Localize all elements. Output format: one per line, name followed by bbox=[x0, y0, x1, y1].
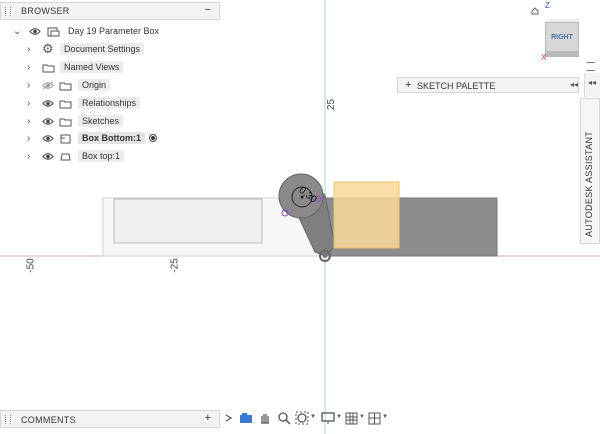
viewports-icon[interactable] bbox=[368, 411, 381, 425]
sketch-palette-header[interactable]: + SKETCH PALETTE bbox=[397, 77, 579, 93]
browser-item-named-views[interactable]: › Named Views bbox=[0, 60, 220, 76]
viewcube-bottom-edge[interactable] bbox=[545, 52, 579, 57]
chevron-right-icon[interactable]: › bbox=[27, 116, 30, 127]
sketch-palette-title: SKETCH PALETTE bbox=[417, 81, 496, 91]
origin-point-inner bbox=[323, 254, 327, 258]
autodesk-assistant-panel[interactable]: AUTODESK ASSISTANT bbox=[580, 98, 600, 244]
right-panel-strip[interactable]: ◂◂ bbox=[584, 73, 600, 97]
chevron-right-icon[interactable]: › bbox=[27, 62, 30, 73]
eye-icon[interactable] bbox=[29, 27, 41, 36]
eye-icon[interactable] bbox=[42, 117, 54, 126]
browser-item-box-top[interactable]: › Box top:1 bbox=[0, 149, 220, 165]
chevron-right-icon[interactable]: › bbox=[27, 133, 30, 144]
browser-item-label: Named Views bbox=[60, 61, 124, 73]
eye-icon[interactable] bbox=[42, 134, 54, 143]
collapse-palette-icon[interactable]: ◂◂ bbox=[570, 80, 578, 89]
browser-header[interactable]: BROWSER − bbox=[0, 2, 220, 20]
gear-icon: ⚙ bbox=[42, 41, 54, 56]
browser-title: BROWSER bbox=[21, 6, 70, 16]
highlight-rectangle[interactable] bbox=[333, 181, 400, 249]
z-axis-label: Z bbox=[545, 1, 550, 10]
chevron-down-icon[interactable]: ⌄ bbox=[13, 26, 21, 37]
collapse-browser-button[interactable]: − bbox=[205, 4, 211, 16]
eye-icon[interactable] bbox=[42, 99, 54, 108]
ruler-label-neg50: -50 bbox=[25, 258, 37, 273]
expand-palette-button[interactable]: + bbox=[405, 79, 411, 91]
drag-handle-icon[interactable] bbox=[5, 415, 11, 424]
folder-icon bbox=[42, 64, 55, 73]
browser-item-label: Sketches bbox=[78, 115, 124, 127]
sketch-inner-rectangle[interactable] bbox=[113, 198, 263, 244]
activate-component-radio[interactable] bbox=[149, 134, 157, 142]
navigation-toolbar: ▼ ▼ ▼ ▼ bbox=[224, 409, 394, 427]
browser-item-label: Box top:1 bbox=[78, 150, 125, 162]
home-icon[interactable] bbox=[531, 7, 539, 15]
drag-handle-icon[interactable] bbox=[5, 7, 11, 16]
comments-title: COMMENTS bbox=[21, 415, 76, 425]
autodesk-assistant-label: AUTODESK ASSISTANT bbox=[584, 130, 594, 237]
fit-dropdown-caret[interactable]: ▼ bbox=[310, 414, 316, 420]
chevron-right-icon[interactable]: › bbox=[27, 98, 30, 109]
viewcube-face-label: RIGHT bbox=[551, 34, 573, 41]
browser-item-label: Day 19 Parameter Box bbox=[68, 26, 160, 36]
ruler-label-25: 25 bbox=[326, 98, 338, 111]
browser-item-relationships[interactable]: › Relationships bbox=[0, 96, 220, 112]
zoom-icon[interactable] bbox=[277, 411, 291, 425]
chevron-right-icon[interactable]: › bbox=[27, 80, 30, 91]
document-icon bbox=[47, 27, 60, 37]
grid-dropdown-caret[interactable]: ▼ bbox=[359, 414, 365, 420]
add-comment-button[interactable]: + bbox=[205, 412, 211, 424]
browser-item-sketches[interactable]: › Sketches bbox=[0, 114, 220, 130]
browser-item-label: Relationships bbox=[78, 97, 141, 109]
browser-item-label: Document Settings bbox=[60, 43, 145, 55]
folder-icon bbox=[59, 118, 72, 127]
eye-hidden-icon[interactable] bbox=[42, 81, 54, 90]
collapse-right-icon[interactable]: ◂◂ bbox=[588, 78, 596, 87]
display-dropdown-caret[interactable]: ▼ bbox=[336, 414, 342, 420]
viewcube-menu-icon[interactable] bbox=[587, 62, 595, 71]
folder-icon bbox=[59, 100, 72, 109]
chevron-right-icon[interactable]: › bbox=[27, 44, 30, 55]
ruler-label-neg25: -25 bbox=[169, 258, 181, 273]
eye-icon[interactable] bbox=[42, 152, 54, 161]
folder-icon bbox=[59, 82, 72, 91]
viewports-dropdown-caret[interactable]: ▼ bbox=[382, 414, 388, 420]
x-axis-label: X bbox=[541, 53, 547, 62]
display-settings-icon[interactable] bbox=[321, 411, 335, 425]
chevron-right-icon[interactable]: › bbox=[27, 151, 30, 162]
browser-item-document-settings[interactable]: › ⚙ Document Settings bbox=[0, 41, 220, 58]
orbit-icon[interactable] bbox=[224, 411, 234, 425]
look-at-icon[interactable] bbox=[239, 411, 253, 425]
browser-panel: BROWSER − ⌄ Day 19 Parameter Box › ⚙ Doc… bbox=[0, 0, 220, 168]
viewcube[interactable]: RIGHT bbox=[545, 22, 579, 52]
comments-panel[interactable]: COMMENTS + bbox=[0, 410, 220, 428]
component-icon bbox=[60, 134, 71, 144]
browser-item-box-bottom[interactable]: › Box Bottom:1 bbox=[0, 131, 220, 147]
browser-item-label: Box Bottom:1 bbox=[78, 132, 145, 144]
browser-item-label: Origin bbox=[78, 79, 111, 91]
fit-icon[interactable] bbox=[295, 411, 309, 425]
grid-icon[interactable] bbox=[345, 411, 358, 425]
pan-icon[interactable] bbox=[258, 411, 272, 425]
body-icon bbox=[60, 153, 71, 161]
browser-item-origin[interactable]: › Origin bbox=[0, 78, 220, 94]
browser-item-root[interactable]: ⌄ Day 19 Parameter Box bbox=[0, 24, 220, 40]
